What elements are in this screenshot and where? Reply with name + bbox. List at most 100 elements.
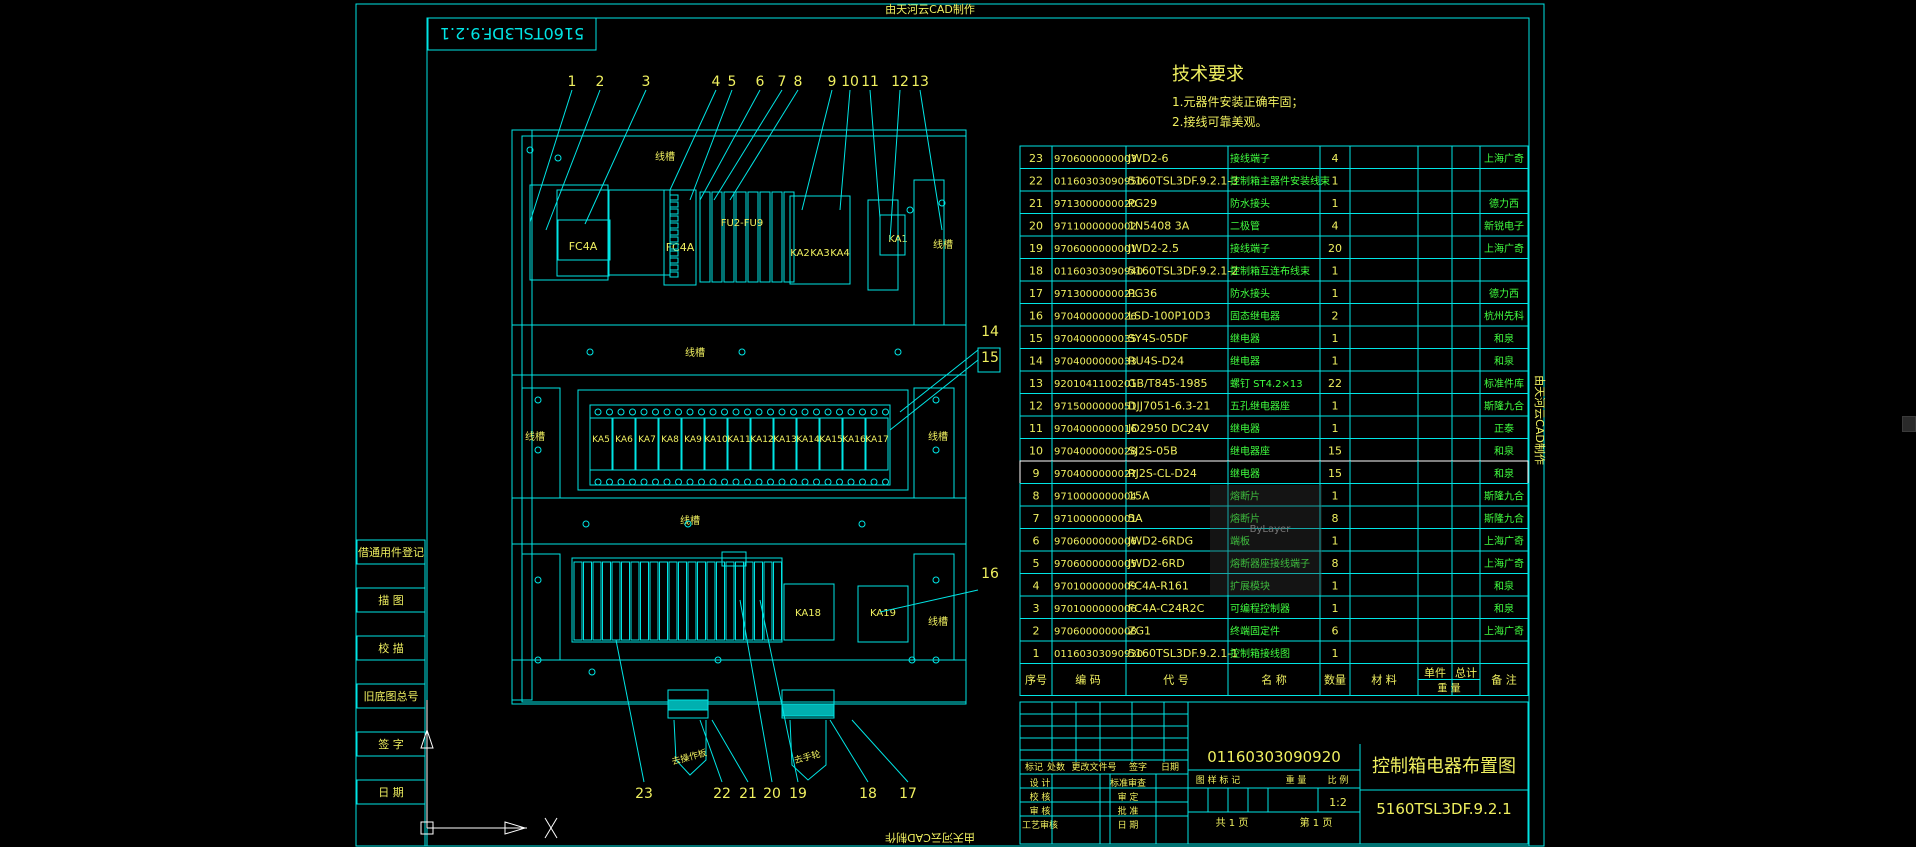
sign-row-2: 审 核: [1030, 805, 1051, 817]
bom-designation-11: DJJ7051-6.3-21: [1128, 400, 1210, 413]
callout-bottom-3: 20: [763, 786, 781, 802]
tech-line1: 1.元器件安装正确牢固；: [1172, 94, 1303, 109]
relay-bottom-screw-2: [617, 478, 625, 486]
sign-col-0: 标记: [1025, 761, 1043, 773]
relay-bottom-screw-24: [870, 478, 878, 486]
relay-top-screw-9: [698, 408, 705, 416]
relay-label-9: KA14: [796, 435, 820, 445]
duct-label-4: 线槽: [933, 238, 953, 251]
duct-label-1: 线槽: [655, 150, 675, 163]
bom-qty-14: 15: [1328, 467, 1342, 480]
relay-bottom-screw-25: [882, 478, 889, 486]
bom-code-18: 9706000000005: [1054, 559, 1137, 570]
gland-1-cable: [673, 719, 707, 776]
relay-bottom-screw-7: [675, 478, 682, 486]
relay-label-8: KA13: [773, 435, 796, 445]
bom-seq-13: 10: [1029, 445, 1043, 458]
cad-viewport[interactable]: 由天河云CAD制作 由天河云CAD制作 由天河云CAD制作 5160TSL3DF.9.…: [0, 0, 1916, 847]
bom-seq-1: 22: [1029, 175, 1043, 188]
bom-designation-17: JWD2-6RDG: [1127, 535, 1193, 548]
bom-designation-4: JWD2-2.5: [1127, 242, 1179, 255]
side-duct-2: [521, 387, 561, 499]
relay-bottom-screw-15: [767, 478, 774, 486]
callout-bottom-leader-4: [759, 599, 799, 783]
duct-label-2: 线槽: [685, 346, 705, 359]
plc-module-b: [607, 189, 671, 276]
bom-code-16: 9710000000001: [1054, 514, 1137, 525]
scale-label: 比 例: [1328, 774, 1349, 786]
relay-bottom-screw-9: [698, 478, 705, 486]
callout-bottom-6: 17: [899, 786, 917, 802]
bom-remark-14: 和泉: [1494, 467, 1514, 480]
relay-label-0: KA5: [592, 435, 610, 445]
bom-name-6: 防水接头: [1230, 287, 1270, 300]
screw-hole-20: [588, 668, 596, 676]
terminal-1: [583, 561, 592, 641]
relay-label-ka2: KA2: [790, 248, 810, 259]
bom-remark-3: 新锐电子: [1484, 220, 1524, 233]
vertical-scrollbar[interactable]: [1902, 0, 1916, 847]
callout-bottom-1: 22: [713, 786, 731, 802]
bom-remark-9: 和泉: [1494, 355, 1514, 368]
bom-remark-4: 上海广奇: [1484, 242, 1524, 255]
bom-seq-6: 17: [1029, 287, 1043, 300]
callout-top-leader-10: [869, 89, 881, 219]
bom-designation-1: 5160TSL3DF.9.2.1-3: [1128, 175, 1238, 188]
relay-label-ka18: KA18: [795, 608, 821, 619]
tech-title: 技术要求: [1172, 64, 1244, 85]
code-box-text: 5160TSL3DF.9.2.1: [440, 24, 585, 43]
bom-qty-0: 4: [1332, 152, 1339, 165]
bom-code-6: 9713000000021: [1054, 289, 1137, 300]
relay-top-screw-13: [744, 408, 751, 416]
fuse-label: FU2-FU9: [721, 218, 763, 229]
cad-drawing[interactable]: 由天河云CAD制作由天河云CAD制作由天河云CAD制作5160TSL3DF.9.…: [0, 0, 1916, 847]
bom-remark-16: 斯隆九合: [1484, 512, 1524, 525]
bom-name-21: 终端固定件: [1230, 625, 1280, 638]
relay-bottom-screw-23: [859, 478, 866, 486]
bom-designation-7: LSD-100P10D3: [1128, 310, 1211, 323]
callout-bottom-leader-5: [829, 719, 869, 783]
relay-bottom-screw-22: [847, 478, 855, 486]
terminal-20: [763, 561, 773, 641]
relay-top-screw-17: [790, 408, 797, 416]
plc-terminal-4: [669, 222, 679, 229]
bom-remark-17: 上海广奇: [1484, 535, 1524, 548]
plc-terminal-2: [669, 208, 679, 215]
relay-top-screw-6: [663, 408, 671, 416]
callout-top-2: 3: [642, 74, 651, 90]
bom-seq-2: 21: [1029, 197, 1043, 210]
bom-header-2: 代 号: [1163, 674, 1189, 687]
bom-name-8: 继电器: [1230, 332, 1260, 345]
screw-hole-7: [534, 396, 542, 404]
relay-top-screw-12: [732, 408, 740, 416]
relay-top-screw-8: [686, 408, 694, 416]
bom-designation-20: FC4A-C24R2C: [1128, 602, 1205, 615]
callout-top-6: 7: [778, 74, 787, 90]
bom-remark-21: 上海广奇: [1484, 625, 1524, 638]
sign-col-1: 处数: [1047, 761, 1065, 773]
bom-remark-10: 标准件库: [1484, 377, 1524, 390]
bom-seq-19: 4: [1033, 580, 1040, 593]
bom-seq-12: 11: [1029, 422, 1043, 435]
bom-qty-17: 1: [1332, 535, 1339, 548]
bom-name-0: 接线端子: [1230, 152, 1270, 165]
scrollbar-thumb[interactable]: [1902, 416, 1916, 432]
bom-designation-2: PG29: [1128, 197, 1157, 210]
relay-label-5: KA10: [704, 435, 728, 445]
sheet-inner-border: [426, 17, 1530, 847]
bom-code-12: 9704000000016: [1054, 424, 1137, 435]
callout-16-leader: [879, 589, 979, 613]
bom-name-9: 继电器: [1230, 355, 1260, 368]
relay-bottom-screw-19: [813, 478, 820, 486]
bom-seq-16: 7: [1033, 512, 1040, 525]
bom-remark-20: 和泉: [1494, 602, 1514, 615]
drawing-title: 控制箱电器布置图: [1372, 756, 1516, 777]
callout-side-0: 14: [981, 324, 999, 340]
ghost-tooltip: [1210, 485, 1322, 595]
scale-value: 1:2: [1329, 796, 1347, 809]
bom-seq-8: 15: [1029, 332, 1043, 345]
bom-name-22: 控制箱接线图: [1230, 647, 1290, 660]
callout-top-10: 11: [861, 74, 879, 90]
bom-seq-11: 12: [1029, 400, 1043, 413]
bom-header-0: 序号: [1025, 673, 1047, 687]
